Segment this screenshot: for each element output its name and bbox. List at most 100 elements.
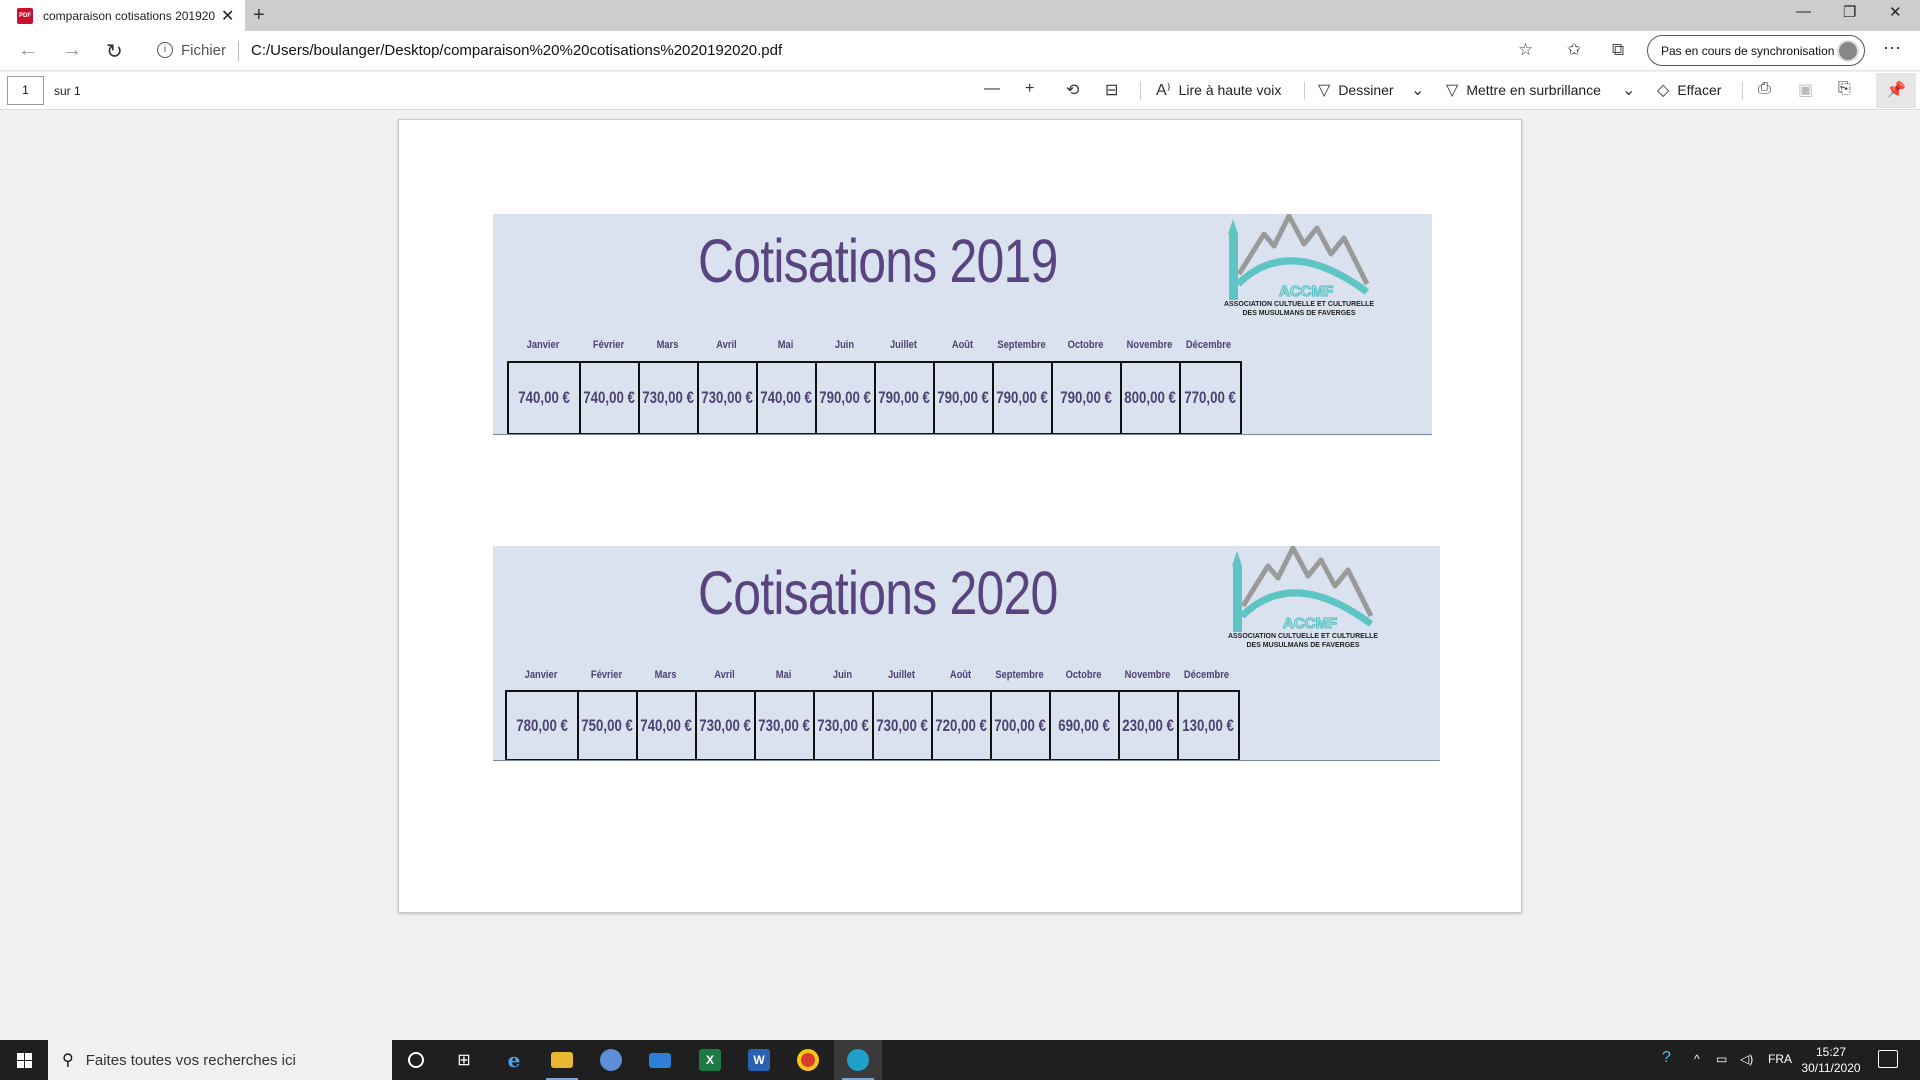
value-cell: 730,00 € <box>756 692 815 759</box>
mail-button[interactable] <box>636 1040 684 1080</box>
address-divider <box>238 41 239 61</box>
value-text: 790,00 € <box>937 388 990 407</box>
taskbar-search[interactable]: ⚲ Faites toutes vos recherches ici <box>48 1040 392 1080</box>
value-cell: 740,00 € <box>581 363 640 433</box>
edge-button[interactable] <box>834 1040 882 1080</box>
chrome-alt-button[interactable] <box>784 1040 832 1080</box>
card-title: Cotisations 2020 <box>698 559 1058 627</box>
rotate-button[interactable]: ⟲ <box>1066 80 1079 100</box>
chrome-button[interactable] <box>587 1040 635 1080</box>
month-label: Décembre <box>1183 669 1230 681</box>
month-label: Novembre <box>1124 669 1171 681</box>
close-window-button[interactable]: ✕ <box>1889 3 1902 21</box>
internet-explorer-button[interactable]: e <box>490 1040 538 1080</box>
minus-icon: — <box>984 80 1000 97</box>
month-label: Juin <box>832 669 853 681</box>
value-text: 730,00 € <box>876 715 929 735</box>
minimize-button[interactable]: — <box>1796 3 1811 20</box>
save-button[interactable]: ▣ <box>1798 80 1813 100</box>
highlight-button[interactable]: ▽ Mettre en surbrillance <box>1446 80 1601 100</box>
forward-button[interactable]: → <box>62 39 82 62</box>
language-indicator[interactable]: FRA <box>1768 1052 1792 1066</box>
print-button[interactable]: ⎙ <box>1758 80 1771 98</box>
values-row: 780,00 € 750,00 € 740,00 € 730,00 € 730,00 €… <box>505 690 1240 761</box>
logo-letters: ACCMF <box>1283 615 1337 632</box>
card-bottom-line <box>493 434 1432 435</box>
refresh-button[interactable]: ↻ <box>106 39 123 64</box>
logo-caption-line1: ASSOCIATION CULTUELLE ET CULTURELLE <box>1223 301 1375 308</box>
more-menu-icon[interactable]: ⋯ <box>1883 38 1901 59</box>
value-text: 750,00 € <box>581 715 634 735</box>
value-text: 780,00 € <box>516 715 568 735</box>
month-label: Décembre <box>1185 339 1232 351</box>
avatar <box>1837 40 1859 62</box>
value-cell: 730,00 € <box>815 692 874 759</box>
month-label: Avril <box>714 669 735 681</box>
value-text: 790,00 € <box>878 388 931 407</box>
value-text: 130,00 € <box>1182 715 1235 735</box>
close-icon[interactable]: ✕ <box>221 6 234 26</box>
tab-bar: PDF comparaison cotisations 201920... ✕ … <box>0 0 1920 31</box>
highlight-options-button[interactable]: ⌄ <box>1622 80 1635 100</box>
highlighter-icon: ▽ <box>1446 82 1459 99</box>
start-button[interactable] <box>0 1040 48 1080</box>
volume-icon[interactable]: ◁) <box>1740 1052 1753 1066</box>
save-as-button[interactable]: ⎘ <box>1838 80 1851 98</box>
network-icon[interactable]: ▭ <box>1716 1052 1727 1066</box>
pdf-page: Cotisations 2019 ACCMF ASSOCIATION CULTU… <box>398 119 1522 913</box>
pdf-viewer[interactable]: Cotisations 2019 ACCMF ASSOCIATION CULTU… <box>0 111 1920 1040</box>
collections-icon[interactable]: ⧉ <box>1612 40 1624 60</box>
clock[interactable]: 15:27 30/11/2020 <box>1796 1044 1866 1076</box>
cortana-icon <box>408 1052 424 1068</box>
back-button[interactable]: ← <box>18 39 38 62</box>
favorites-icon[interactable]: ✩ <box>1567 40 1581 60</box>
value-text: 770,00 € <box>1184 388 1237 407</box>
cotisations-card-2019: Cotisations 2019 ACCMF ASSOCIATION CULTU… <box>493 213 1432 435</box>
month-label: Juillet <box>887 669 916 681</box>
fit-page-icon: ⊟ <box>1105 82 1119 99</box>
month-label: Mars <box>654 669 677 681</box>
new-tab-button[interactable]: + <box>253 4 265 27</box>
zoom-out-button[interactable]: — <box>984 80 1000 98</box>
page-number-input[interactable]: 1 <box>7 76 44 105</box>
fit-page-button[interactable]: ⊟ <box>1105 80 1118 100</box>
draw-options-button[interactable]: ⌄ <box>1411 80 1424 100</box>
values-row: 740,00 € 740,00 € 730,00 € 730,00 € 740,00 €… <box>507 361 1242 435</box>
draw-button[interactable]: ▽ Dessiner <box>1318 80 1394 100</box>
favorite-star-icon[interactable]: ☆ <box>1518 40 1533 60</box>
restore-button[interactable]: ❐ <box>1843 3 1856 21</box>
value-cell: 730,00 € <box>699 363 758 433</box>
value-text: 790,00 € <box>1060 388 1113 407</box>
value-text: 230,00 € <box>1122 715 1175 735</box>
value-text: 740,00 € <box>518 388 570 407</box>
zoom-in-button[interactable]: + <box>1025 80 1034 98</box>
erase-button[interactable]: ◇ Effacer <box>1657 80 1721 100</box>
word-button[interactable]: W <box>735 1040 783 1080</box>
read-aloud-button[interactable]: A⁾ Lire à haute voix <box>1156 80 1281 100</box>
value-text: 730,00 € <box>758 715 811 735</box>
pdf-icon: PDF <box>17 7 33 24</box>
help-icon[interactable]: ? <box>1662 1049 1671 1067</box>
url-field[interactable]: C:/Users/boulanger/Desktop/comparaison%2… <box>251 42 782 59</box>
info-icon[interactable]: i <box>157 42 173 58</box>
cortana-button[interactable] <box>392 1040 440 1080</box>
value-text: 740,00 € <box>640 715 693 735</box>
toolbar-divider <box>1304 82 1305 100</box>
chevron-up-icon[interactable]: ^ <box>1694 1052 1700 1066</box>
value-text: 730,00 € <box>699 715 752 735</box>
card-title: Cotisations 2019 <box>698 227 1058 295</box>
cotisations-card-2020: Cotisations 2020 ACCMF ASSOCIATION CULTU… <box>493 545 1440 761</box>
sync-label: Pas en cours de synchronisation <box>1661 43 1835 58</box>
month-label: Mai <box>777 339 794 351</box>
edge-icon <box>847 1049 869 1071</box>
file-explorer-button[interactable] <box>538 1040 586 1080</box>
pin-toolbar-button[interactable]: 📌 <box>1876 73 1916 108</box>
task-view-button[interactable]: ⊞ <box>440 1040 488 1080</box>
month-label: Octobre <box>1065 669 1102 681</box>
excel-button[interactable]: X <box>686 1040 734 1080</box>
sync-button[interactable]: Pas en cours de synchronisation <box>1647 35 1865 66</box>
notification-icon[interactable] <box>1878 1050 1898 1068</box>
site-label: Fichier <box>181 42 227 59</box>
value-text: 690,00 € <box>1058 715 1111 735</box>
tab-pdf[interactable]: PDF comparaison cotisations 201920... ✕ <box>0 0 245 31</box>
